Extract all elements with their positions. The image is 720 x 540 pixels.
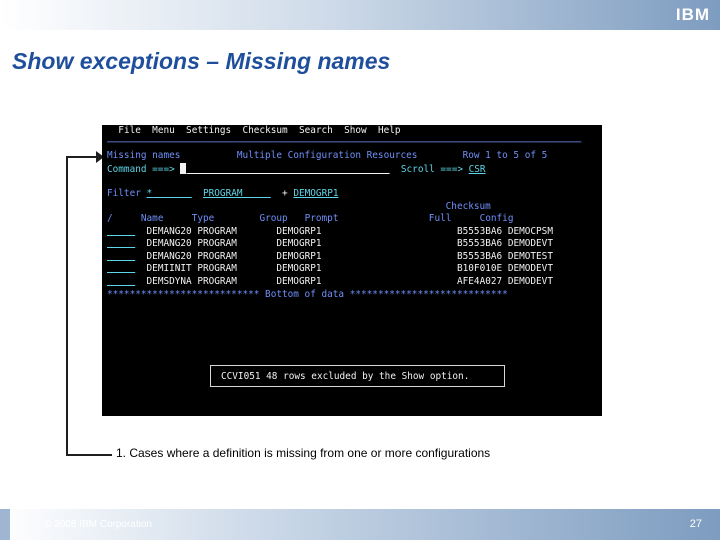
col-full: Full: [428, 213, 452, 224]
menu-show[interactable]: Show: [344, 125, 367, 136]
row-name: DEMANG20: [146, 226, 192, 237]
row-name: DEMANG20: [146, 251, 192, 262]
footer-accent: [0, 509, 10, 540]
panel-header: Missing names Multiple Configuration Res…: [107, 150, 547, 163]
row-full: AFE4A027: [457, 276, 503, 287]
slide-title: Show exceptions – Missing names: [12, 48, 391, 74]
panel-name: Missing names: [107, 150, 181, 161]
row-full: B5553BA6: [457, 251, 503, 262]
row-type: PROGRAM: [197, 238, 237, 249]
row-group: DEMOGRP1: [276, 251, 322, 262]
command-label: Command ===>: [107, 164, 175, 175]
col-prompt: Prompt: [304, 213, 339, 224]
scroll-label: Scroll ===>: [400, 164, 463, 175]
command-input[interactable]: [186, 164, 389, 175]
menu-file[interactable]: File: [118, 125, 141, 136]
row-group: DEMOGRP1: [276, 276, 322, 287]
bottom-of-data-line: *************************** Bottom of da…: [107, 289, 508, 300]
ibm-logo: IBM: [672, 5, 714, 25]
command-line: Command ===> Scroll ===> CSR: [107, 163, 486, 176]
menu-help[interactable]: Help: [378, 125, 401, 136]
filter-type-input[interactable]: PROGRAM: [203, 188, 243, 199]
bottom-of-data-label: Bottom of data: [265, 289, 345, 300]
row-config: DEMODEVT: [507, 238, 553, 249]
table-row[interactable]: DEMSDYNA PROGRAM DEMOGRP1 AFE4A027 DEMOD…: [107, 276, 553, 289]
menu-search[interactable]: Search: [299, 125, 333, 136]
column-headers: / Name Type Group Prompt Full Config: [107, 213, 513, 226]
row-group: DEMOGRP1: [276, 226, 322, 237]
col-group: Group: [259, 213, 288, 224]
table-row[interactable]: DEMANG20 PROGRAM DEMOGRP1 B5553BA6 DEMOD…: [107, 238, 553, 251]
menu-checksum[interactable]: Checksum: [243, 125, 288, 136]
col-config: Config: [479, 213, 514, 224]
filter-label: Filter: [107, 188, 141, 199]
slide-caption: 1. Cases where a definition is missing f…: [116, 446, 491, 460]
menu-separator: ────────────────────────────────────────…: [107, 137, 582, 148]
row-select-input[interactable]: [107, 276, 135, 287]
row-full: B10F010E: [457, 263, 503, 274]
row-name: DEMIINIT: [146, 263, 192, 274]
panel-title: Multiple Configuration Resources: [236, 150, 418, 161]
callout-bracket: [66, 156, 100, 456]
copyright-text: © 2008 IBM Corporation: [44, 519, 152, 530]
ibm-logo-text: IBM: [675, 5, 711, 24]
scroll-input[interactable]: CSR: [469, 164, 486, 175]
footer-bar: © 2008 IBM Corporation 27: [0, 509, 720, 540]
row-select-input[interactable]: [107, 226, 135, 237]
row-config: DEMODEVT: [507, 263, 553, 274]
row-config: DEMODEVT: [507, 276, 553, 287]
col-name: Name: [140, 213, 164, 224]
row-select-input[interactable]: [107, 263, 135, 274]
row-group: DEMOGRP1: [276, 238, 322, 249]
row-name: DEMANG20: [146, 238, 192, 249]
row-config: DEMOCPSM: [507, 226, 553, 237]
row-info: Row 1 to 5 of 5: [462, 150, 548, 161]
row-full: B5553BA6: [457, 226, 503, 237]
row-type: PROGRAM: [197, 226, 237, 237]
col-type: Type: [191, 213, 215, 224]
callout-connector: [66, 454, 112, 456]
top-banner: IBM: [0, 0, 720, 30]
menu-menu[interactable]: Menu: [152, 125, 175, 136]
filter-group-input[interactable]: DEMOGRP1: [293, 188, 338, 199]
row-select-input[interactable]: [107, 251, 135, 262]
col-checksum: Checksum: [445, 201, 491, 212]
status-message: CCVI051 48 rows excluded by the Show opt…: [210, 365, 505, 387]
page-number: 27: [689, 518, 702, 530]
row-type: PROGRAM: [197, 251, 237, 262]
row-group: DEMOGRP1: [276, 263, 322, 274]
row-config: DEMOTEST: [507, 251, 553, 262]
menu-settings[interactable]: Settings: [186, 125, 231, 136]
row-full: B5553BA6: [457, 238, 503, 249]
filter-line: Filter * PROGRAM + DEMOGRP1: [107, 188, 339, 201]
row-type: PROGRAM: [197, 263, 237, 274]
row-type: PROGRAM: [197, 276, 237, 287]
row-name: DEMSDYNA: [146, 276, 192, 287]
table-row[interactable]: DEMIINIT PROGRAM DEMOGRP1 B10F010E DEMOD…: [107, 263, 553, 276]
terminal-screen: File Menu Settings Checksum Search Show …: [102, 125, 602, 416]
row-select-input[interactable]: [107, 238, 135, 249]
